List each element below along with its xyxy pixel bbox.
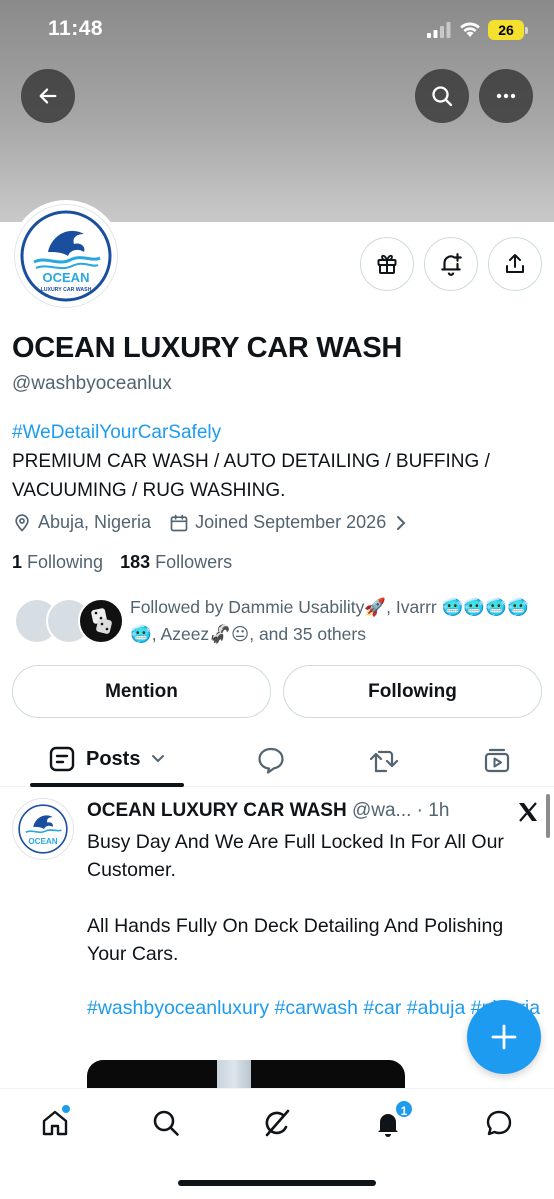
scrollbar[interactable] bbox=[546, 794, 550, 838]
location-icon bbox=[15, 513, 29, 532]
mention-button[interactable]: Mention bbox=[12, 665, 271, 718]
profile-name: OCEAN LUXURY CAR WASH bbox=[12, 332, 403, 364]
chevron-down-icon bbox=[152, 755, 165, 763]
signal-icon bbox=[427, 22, 451, 38]
status-time: 11:48 bbox=[48, 17, 104, 40]
followers-label: Followers bbox=[155, 552, 233, 572]
x-logo-icon bbox=[519, 802, 537, 822]
following-count: 1 bbox=[12, 552, 23, 572]
followed-by-text[interactable]: Followed by Dammie Usability🚀, Ivarrr 🥶🥶… bbox=[130, 594, 550, 648]
nav-grok[interactable] bbox=[257, 1103, 297, 1143]
media-highlight bbox=[217, 1060, 251, 1090]
tab-posts[interactable]: Posts bbox=[48, 745, 166, 773]
post-handle-time: @wa... · 1h bbox=[351, 800, 450, 821]
more-icon bbox=[496, 93, 516, 99]
follow-counts: 1 Following 183 Followers bbox=[12, 552, 232, 573]
nav-search[interactable] bbox=[146, 1103, 186, 1143]
profile-bio: #WeDetailYourCarSafely PREMIUM CAR WASH … bbox=[12, 418, 542, 505]
logo-text: OCEAN bbox=[43, 270, 90, 285]
post-media[interactable] bbox=[87, 1060, 405, 1090]
back-button[interactable] bbox=[21, 69, 75, 123]
following-link[interactable]: 1 Following bbox=[12, 552, 103, 572]
bio-hashtag[interactable]: #WeDetailYourCarSafely bbox=[12, 418, 542, 447]
profile-location: Abuja, Nigeria bbox=[38, 512, 152, 532]
dice-icon bbox=[91, 608, 112, 634]
ocean-logo: OCEAN bbox=[18, 804, 68, 854]
battery-indicator: 26 bbox=[488, 20, 528, 40]
profile-meta: Abuja, Nigeria Joined September 2026 bbox=[12, 512, 414, 533]
ocean-logo: OCEAN LUXURY CAR WASH bbox=[20, 210, 112, 302]
nav-home[interactable] bbox=[35, 1103, 75, 1143]
search-button[interactable] bbox=[415, 69, 469, 123]
logo-subtext: LUXURY CAR WASH bbox=[41, 287, 92, 293]
profile-joined: Joined September 2026 bbox=[195, 512, 387, 532]
post-avatar[interactable]: OCEAN bbox=[12, 798, 74, 860]
followed-by-avatars[interactable] bbox=[14, 598, 124, 646]
share-icon bbox=[506, 254, 524, 273]
post-header: OCEAN LUXURY CAR WASH @wa... · 1h bbox=[87, 800, 517, 822]
compose-button[interactable] bbox=[467, 1000, 541, 1074]
bio-text: PREMIUM CAR WASH / AUTO DETAILING / BUFF… bbox=[12, 451, 490, 501]
profile-avatar[interactable]: OCEAN LUXURY CAR WASH bbox=[10, 200, 122, 312]
replies-icon[interactable] bbox=[256, 745, 286, 775]
gift-icon bbox=[377, 254, 397, 274]
home-indicator[interactable] bbox=[178, 1180, 376, 1186]
wifi-icon bbox=[460, 22, 480, 37]
calendar-icon bbox=[170, 514, 188, 531]
bell-add-icon bbox=[441, 253, 462, 276]
plus-icon bbox=[491, 1024, 517, 1050]
reposts-icon[interactable] bbox=[368, 745, 400, 775]
followers-link[interactable]: 183 Followers bbox=[120, 552, 232, 572]
chevron-right-icon[interactable] bbox=[394, 515, 408, 531]
followers-count: 183 bbox=[120, 552, 151, 572]
nav-messages[interactable] bbox=[479, 1103, 519, 1143]
post-logo-text: OCEAN bbox=[28, 837, 57, 846]
profile-tabs: Posts bbox=[0, 735, 554, 787]
search-icon bbox=[432, 86, 453, 107]
status-bar: 11:48 26 bbox=[0, 0, 554, 60]
post-text: Busy Day And We Are Full Locked In For A… bbox=[87, 831, 504, 965]
following-label: Following bbox=[27, 552, 104, 572]
back-arrow-icon bbox=[39, 88, 57, 104]
post-author[interactable]: OCEAN LUXURY CAR WASH bbox=[87, 800, 347, 821]
posts-icon bbox=[49, 746, 75, 772]
grok-icon bbox=[265, 1109, 290, 1137]
tab-posts-label: Posts bbox=[86, 747, 141, 770]
active-tab-indicator bbox=[30, 783, 184, 787]
gift-button[interactable] bbox=[360, 237, 414, 291]
messages-icon bbox=[486, 1110, 512, 1136]
search-icon bbox=[153, 1110, 179, 1136]
profile-handle: @washbyoceanlux bbox=[12, 373, 172, 394]
more-button[interactable] bbox=[479, 69, 533, 123]
media-icon[interactable] bbox=[482, 745, 512, 775]
following-button[interactable]: Following bbox=[283, 665, 542, 718]
share-button[interactable] bbox=[488, 237, 542, 291]
notifications-badge: 1 bbox=[394, 1099, 414, 1119]
notifications-subscribe-button[interactable] bbox=[424, 237, 478, 291]
home-unread-dot bbox=[62, 1105, 70, 1113]
follower-avatar bbox=[78, 598, 124, 644]
